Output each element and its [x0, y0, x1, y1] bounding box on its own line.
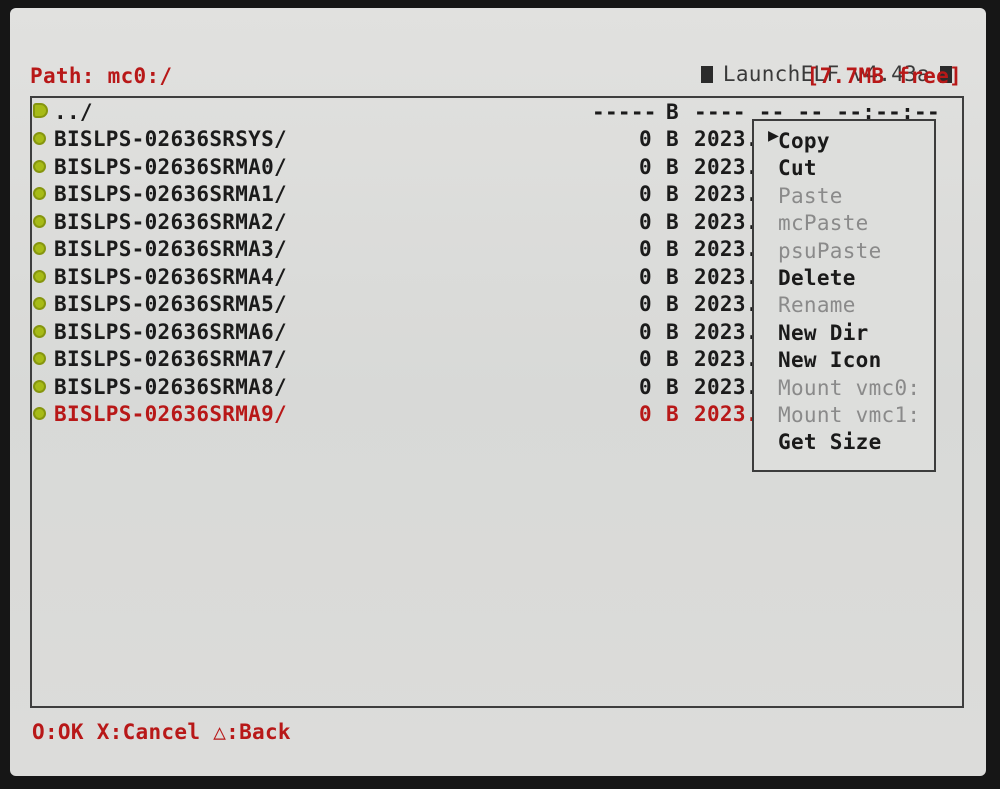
file-name: BISLPS-02636SRMA6/: [54, 319, 287, 344]
file-size: 0: [639, 374, 652, 399]
file-date: 2023.: [694, 292, 759, 316]
menu-item-get-size[interactable]: Get Size: [778, 430, 882, 454]
file-size-unit: B: [666, 347, 679, 371]
file-date: 2023.: [694, 402, 759, 426]
file-date: 2023.: [694, 264, 759, 289]
button-hints: O:OK X:Cancel △:Back: [32, 720, 291, 744]
file-size-unit: B: [666, 209, 679, 234]
file-size: 0: [639, 209, 652, 234]
folder-icon: [33, 407, 46, 420]
file-size-unit: B: [666, 292, 679, 316]
file-size: -----: [592, 100, 657, 124]
title-block-left: [700, 66, 713, 83]
file-size: 0: [639, 402, 652, 426]
menu-item-mount-vmc0[interactable]: Mount vmc0:: [778, 376, 920, 400]
file-size-unit: B: [666, 402, 679, 426]
menu-item-paste[interactable]: Paste: [778, 184, 843, 208]
folder-icon: [33, 324, 46, 338]
folder-icon: [33, 187, 46, 200]
menu-item-psupaste[interactable]: psuPaste: [778, 239, 882, 263]
file-size: 0: [639, 292, 652, 316]
file-date: 2023.: [694, 182, 759, 206]
folder-up-icon: [33, 103, 48, 118]
free-space: [7.7MB free]: [806, 64, 962, 88]
file-size: 0: [639, 182, 652, 206]
menu-item-rename[interactable]: Rename: [778, 293, 856, 317]
file-size-unit: B: [666, 182, 679, 206]
file-size-unit: B: [666, 100, 679, 124]
file-size-unit: B: [666, 374, 679, 399]
file-size: 0: [639, 347, 652, 371]
file-size: 0: [639, 127, 652, 151]
file-name: BISLPS-02636SRMA0/: [54, 154, 287, 179]
folder-icon: [33, 269, 46, 283]
folder-icon: [33, 352, 46, 365]
folder-icon: [33, 297, 46, 310]
file-date: 2023.: [694, 154, 759, 179]
file-size-unit: B: [666, 264, 679, 289]
folder-icon: [33, 379, 46, 393]
folder-icon: [33, 159, 46, 173]
file-date: 2023.: [694, 209, 759, 234]
file-date: 2023.: [694, 347, 759, 371]
menu-item-mount-vmc1[interactable]: Mount vmc1:: [778, 403, 920, 427]
menu-item-mcpaste[interactable]: mcPaste: [778, 211, 869, 235]
file-name: BISLPS-02636SRSYS/: [54, 127, 287, 151]
folder-icon: [33, 132, 46, 145]
file-date: 2023.: [694, 374, 759, 399]
file-size: 0: [639, 154, 652, 179]
current-path: Path: mc0:/: [30, 64, 173, 88]
file-date: 2023.: [694, 319, 759, 344]
folder-icon: [33, 242, 46, 255]
folder-icon: [33, 214, 46, 228]
menu-item-new-icon[interactable]: New Icon: [778, 348, 882, 372]
menu-item-cut[interactable]: Cut: [778, 156, 817, 180]
screen: LaunchELF v4.43a Path: mc0:/ [7.7MB free…: [10, 8, 986, 776]
file-name: BISLPS-02636SRMA5/: [54, 292, 287, 316]
file-name: BISLPS-02636SRMA7/: [54, 347, 287, 371]
file-size: 0: [639, 264, 652, 289]
file-size: 0: [639, 237, 652, 261]
file-size-unit: B: [666, 154, 679, 179]
file-name: BISLPS-02636SRMA2/: [54, 209, 287, 234]
file-size-unit: B: [666, 319, 679, 344]
file-size-unit: B: [666, 127, 679, 151]
menu-item-delete[interactable]: Delete: [778, 266, 856, 290]
file-date: 2023.: [694, 127, 759, 151]
file-name: BISLPS-02636SRMA1/: [54, 182, 287, 206]
menu-item-new-dir[interactable]: New Dir: [778, 321, 869, 345]
file-name: ../: [54, 100, 93, 124]
file-name: BISLPS-02636SRMA9/: [54, 402, 287, 426]
file-name: BISLPS-02636SRMA4/: [54, 264, 287, 289]
file-name: BISLPS-02636SRMA3/: [54, 237, 287, 261]
file-date: 2023.: [694, 237, 759, 261]
context-menu: ▶ Copy Cut Paste mcPaste psuPaste Delete Renam…: [752, 119, 936, 472]
file-name: BISLPS-02636SRMA8/: [54, 374, 287, 399]
file-size-unit: B: [666, 237, 679, 261]
menu-item-copy[interactable]: Copy: [778, 129, 830, 153]
file-size: 0: [639, 319, 652, 344]
